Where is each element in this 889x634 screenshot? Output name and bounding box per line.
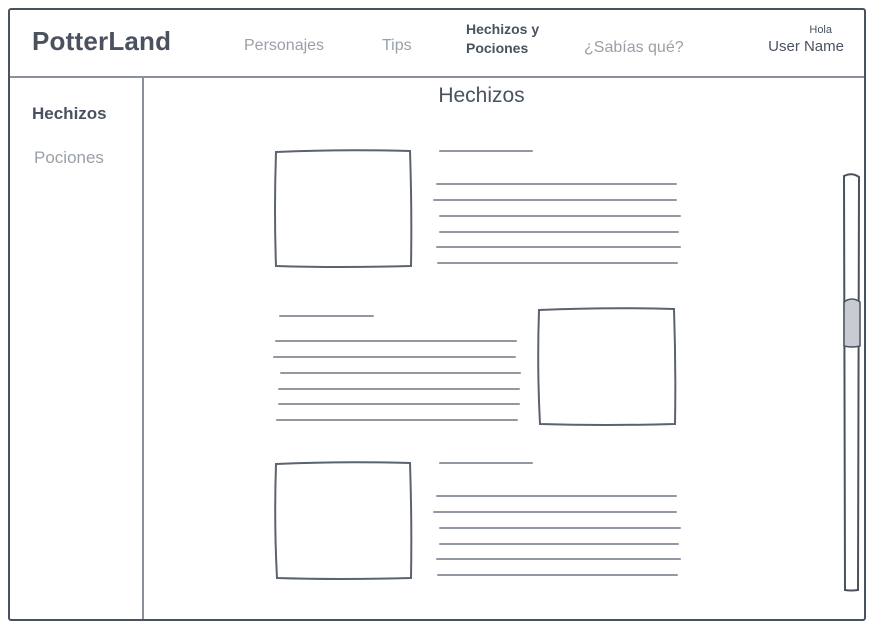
image-placeholder	[537, 307, 677, 426]
text-placeholder-lines	[273, 315, 521, 421]
spell-card-3[interactable]	[274, 461, 681, 580]
image-placeholder	[274, 149, 413, 268]
scrollbar-thumb	[843, 298, 861, 348]
scrollbar[interactable]	[842, 173, 861, 592]
image-placeholder	[274, 461, 413, 580]
spell-card-2[interactable]	[273, 307, 677, 426]
spell-card-1[interactable]	[274, 149, 681, 268]
text-placeholder-lines	[433, 150, 681, 264]
scrollbar-track	[842, 173, 861, 592]
text-placeholder-lines	[433, 462, 681, 576]
content-sketch	[273, 149, 861, 592]
